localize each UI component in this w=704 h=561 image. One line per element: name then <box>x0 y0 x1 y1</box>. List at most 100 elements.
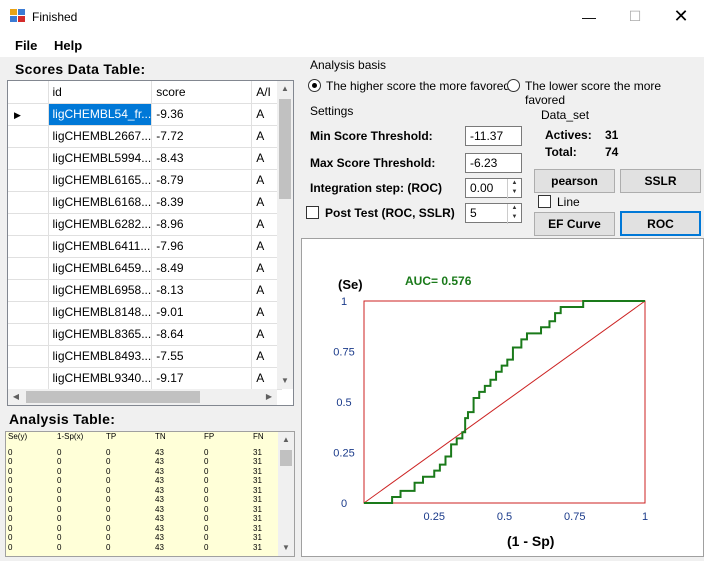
integration-step-stepper[interactable]: 0.00 ▲ ▼ <box>465 178 522 199</box>
menu-file[interactable]: File <box>15 38 37 53</box>
cell-id[interactable]: ligCHEMBL2667... <box>48 125 153 148</box>
cell-score[interactable]: -7.55 <box>151 345 253 368</box>
row-header[interactable] <box>8 323 49 346</box>
scroll-down-icon[interactable]: ▼ <box>277 373 293 389</box>
row-header[interactable] <box>8 125 49 148</box>
table-row[interactable]: ligCHEMBL9340... -9.17 A <box>8 367 283 390</box>
cell-id[interactable]: ligCHEMBL9340... <box>48 367 153 390</box>
scroll-up-icon[interactable]: ▲ <box>278 432 294 448</box>
cell-id[interactable]: ligCHEMBL8493... <box>48 345 153 368</box>
min-threshold-input[interactable]: -11.37 <box>465 126 522 146</box>
table-row[interactable]: ligCHEMBL6411... -7.96 A <box>8 235 283 258</box>
row-header[interactable] <box>8 147 49 170</box>
cell-score[interactable]: -8.79 <box>151 169 253 192</box>
row-header[interactable] <box>8 345 49 368</box>
cell-id[interactable]: ligCHEMBL8365... <box>48 323 153 346</box>
max-threshold-input[interactable]: -6.23 <box>465 153 522 173</box>
post-test-stepper[interactable]: 5 ▲ ▼ <box>465 203 522 224</box>
scores-horizontal-scrollbar[interactable]: ◀ ▶ <box>8 389 277 405</box>
cell-id[interactable]: ligCHEMBL8148... <box>48 301 153 324</box>
analysis-vertical-scrollbar[interactable]: ▲ ▼ <box>278 432 294 556</box>
cell-id[interactable]: ligCHEMBL6958... <box>48 279 153 302</box>
cell-id[interactable]: ligCHEMBL6459... <box>48 257 153 280</box>
row-header[interactable] <box>8 235 49 258</box>
scroll-up-icon[interactable]: ▲ <box>277 81 293 97</box>
app-icon <box>10 9 25 22</box>
cell-id[interactable]: ligCHEMBL6282... <box>48 213 153 236</box>
maximize-icon[interactable]: ☐ <box>612 0 658 33</box>
radio-higher[interactable] <box>308 79 321 92</box>
analysis-row: 0 0 0 43 0 31 <box>8 533 283 543</box>
table-row[interactable]: ligCHEMBL6958... -8.13 A <box>8 279 283 302</box>
analysis-basis-label: Analysis basis <box>310 58 387 72</box>
cell-id[interactable]: ligCHEMBL6168... <box>48 191 153 214</box>
row-header[interactable] <box>8 213 49 236</box>
cell-id[interactable]: ligCHEMBL6411... <box>48 235 153 258</box>
scores-vertical-scrollbar[interactable]: ▲ ▼ <box>277 81 293 389</box>
cell-score[interactable]: -8.39 <box>151 191 253 214</box>
cell-id[interactable]: ligCHEMBL6165... <box>48 169 153 192</box>
table-row[interactable]: ligCHEMBL8148... -9.01 A <box>8 301 283 324</box>
row-header[interactable] <box>8 169 49 192</box>
cell-score[interactable]: -8.13 <box>151 279 253 302</box>
cell-score[interactable]: -8.49 <box>151 257 253 280</box>
post-test-checkbox[interactable] <box>306 206 319 219</box>
radio-higher-label[interactable]: The higher score the more favored <box>326 79 510 93</box>
row-header[interactable] <box>8 191 49 214</box>
sslr-button[interactable]: SSLR <box>620 169 701 193</box>
roc-button[interactable]: ROC <box>620 211 701 236</box>
ef-curve-button[interactable]: EF Curve <box>534 212 615 236</box>
radio-lower[interactable] <box>507 79 520 92</box>
analysis-table[interactable]: Se(y) 1-Sp(x) TP TN FP FN 0 0 0 43 0 31 0 0 0 43 0… <box>5 431 295 557</box>
table-row[interactable]: ligCHEMBL6165... -8.79 A <box>8 169 283 192</box>
analysis-row: 0 0 0 43 0 31 <box>8 524 283 534</box>
pearson-button[interactable]: pearson <box>534 169 615 193</box>
table-row[interactable]: ligCHEMBL8493... -7.55 A <box>8 345 283 368</box>
analysis-cell: 0 <box>57 495 62 505</box>
post-test-label[interactable]: Post Test (ROC, SSLR) <box>325 206 455 220</box>
scroll-thumb[interactable] <box>280 450 292 466</box>
scroll-right-icon[interactable]: ▶ <box>261 389 277 405</box>
cell-id[interactable]: ligCHEMBL54_fr... <box>48 103 153 126</box>
close-icon[interactable]: ✕ <box>658 0 704 33</box>
row-header[interactable] <box>8 301 49 324</box>
column-header-id[interactable]: id <box>48 81 153 104</box>
menu-help[interactable]: Help <box>54 38 82 53</box>
table-row[interactable]: ▶ ligCHEMBL54_fr... -9.36 A <box>8 103 283 126</box>
scroll-left-icon[interactable]: ◀ <box>8 389 24 405</box>
table-row[interactable]: ligCHEMBL6282... -8.96 A <box>8 213 283 236</box>
cell-id[interactable]: ligCHEMBL5994... <box>48 147 153 170</box>
scroll-thumb[interactable] <box>279 99 291 199</box>
column-header-score[interactable]: score <box>151 81 253 104</box>
row-header[interactable] <box>8 367 49 390</box>
table-row[interactable]: ligCHEMBL6459... -8.49 A <box>8 257 283 280</box>
cell-score[interactable]: -7.96 <box>151 235 253 258</box>
cell-score[interactable]: -7.72 <box>151 125 253 148</box>
cell-score[interactable]: -9.17 <box>151 367 253 390</box>
table-row[interactable]: ligCHEMBL2667... -7.72 A <box>8 125 283 148</box>
scroll-thumb[interactable] <box>26 391 200 403</box>
max-threshold-label: Max Score Threshold: <box>310 156 436 170</box>
scroll-down-icon[interactable]: ▼ <box>278 540 294 556</box>
analysis-cell: 0 <box>57 542 62 552</box>
cell-score[interactable]: -9.36 <box>151 103 253 126</box>
table-row[interactable]: ligCHEMBL5994... -8.43 A <box>8 147 283 170</box>
cell-score[interactable]: -8.64 <box>151 323 253 346</box>
scores-data-grid[interactable]: id score A/I ▶ ligCHEMBL54_fr... -9.36 Alig… <box>7 80 294 406</box>
spin-arrows-icon[interactable]: ▲ ▼ <box>507 179 521 199</box>
analysis-cell: 0 <box>106 523 111 533</box>
table-row[interactable]: ligCHEMBL8365... -8.64 A <box>8 323 283 346</box>
radio-lower-label[interactable]: The lower score the more favored <box>525 79 704 107</box>
line-checkbox[interactable] <box>538 195 551 208</box>
row-header[interactable] <box>8 257 49 280</box>
row-header[interactable] <box>8 279 49 302</box>
spin-arrows-icon[interactable]: ▲ ▼ <box>507 204 521 224</box>
analysis-cell: 0 <box>57 476 62 486</box>
table-row[interactable]: ligCHEMBL6168... -8.39 A <box>8 191 283 214</box>
cell-score[interactable]: -9.01 <box>151 301 253 324</box>
cell-score[interactable]: -8.96 <box>151 213 253 236</box>
line-label[interactable]: Line <box>557 195 580 209</box>
cell-score[interactable]: -8.43 <box>151 147 253 170</box>
minimize-icon[interactable]: — <box>566 0 612 33</box>
row-header[interactable]: ▶ <box>8 103 49 126</box>
